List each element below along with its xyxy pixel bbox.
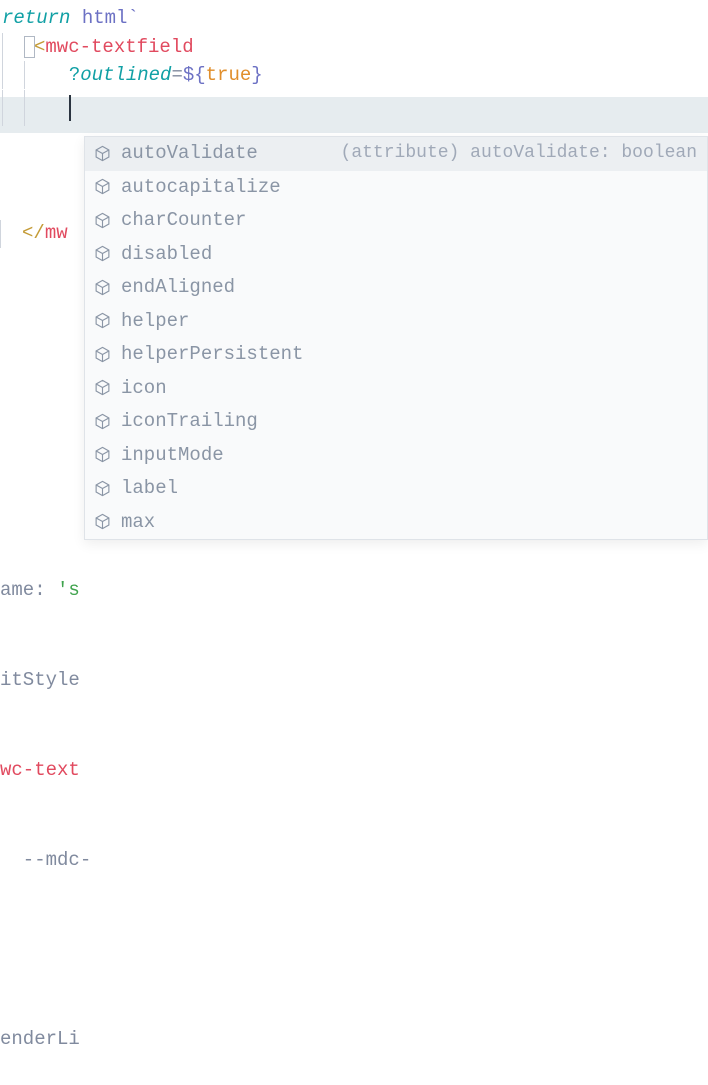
keyword-return: return <box>2 4 70 33</box>
attribute-name: outlined <box>80 61 171 90</box>
autocomplete-item[interactable]: endAligned <box>85 271 707 305</box>
string-fragment: 's <box>46 576 80 605</box>
template-expr-close: } <box>251 61 262 90</box>
field-icon <box>93 379 111 397</box>
autocomplete-label: autoValidate <box>121 139 258 168</box>
autocomplete-label: inputMode <box>121 441 224 470</box>
field-icon <box>93 345 111 363</box>
autocomplete-label: icon <box>121 374 167 403</box>
boolean-literal: true <box>206 61 252 90</box>
autocomplete-label: helperPersistent <box>121 340 303 369</box>
template-backtick: ` <box>127 4 138 33</box>
background-code: </mw ame: 's itStyle wc-text --mdc- ende… <box>0 160 91 1085</box>
autocomplete-popup[interactable]: autoValidate (attribute) autoValidate: b… <box>84 136 708 540</box>
equals: = <box>171 61 182 90</box>
identifier: html <box>70 4 127 33</box>
field-icon <box>93 312 111 330</box>
autocomplete-label: charCounter <box>121 206 246 235</box>
autocomplete-label: endAligned <box>121 273 235 302</box>
text-fragment: wc-text <box>0 756 80 785</box>
autocomplete-item[interactable]: autocapitalize <box>85 171 707 205</box>
autocomplete-item[interactable]: max <box>85 506 707 540</box>
autocomplete-item[interactable]: autoValidate (attribute) autoValidate: b… <box>85 137 707 171</box>
autocomplete-label: iconTrailing <box>121 407 258 436</box>
text-cursor <box>69 95 71 121</box>
autocomplete-item[interactable]: inputMode <box>85 439 707 473</box>
code-line: ?outlined=${true} <box>2 61 708 90</box>
autocomplete-item[interactable]: charCounter <box>85 204 707 238</box>
template-expr-open: ${ <box>183 61 206 90</box>
attr-boolean-prefix: ? <box>69 61 80 90</box>
angle-bracket-close: </ <box>22 219 45 248</box>
code-line-active[interactable] <box>2 90 708 126</box>
autocomplete-label: label <box>121 474 178 503</box>
text-fragment: ame: <box>0 576 46 605</box>
autocomplete-item[interactable]: label <box>85 472 707 506</box>
field-icon <box>93 479 111 497</box>
field-icon <box>93 245 111 263</box>
code-line: return html` <box>2 4 708 33</box>
code-line: <mwc-textfield <box>2 33 708 62</box>
field-icon <box>93 178 111 196</box>
text-fragment: itStyle <box>0 666 80 695</box>
autocomplete-item[interactable]: helperPersistent <box>85 338 707 372</box>
code-editor[interactable]: return html` <mwc-textfield ?outlined=${… <box>0 0 708 132</box>
field-icon <box>93 446 111 464</box>
field-icon <box>93 412 111 430</box>
autocomplete-item[interactable]: icon <box>85 372 707 406</box>
autocomplete-item[interactable]: iconTrailing <box>85 405 707 439</box>
autocomplete-label: disabled <box>121 240 212 269</box>
text-fragment: enderLi <box>0 1025 80 1054</box>
field-icon <box>93 513 111 531</box>
autocomplete-label: max <box>121 508 155 537</box>
autocomplete-label: autocapitalize <box>121 173 281 202</box>
autocomplete-item[interactable]: helper <box>85 305 707 339</box>
field-icon <box>93 278 111 296</box>
angle-bracket: < <box>34 33 45 62</box>
tag-name: mwc-textfield <box>45 33 193 62</box>
text-fragment: --mdc- <box>0 846 91 875</box>
field-icon <box>93 211 111 229</box>
autocomplete-label: helper <box>121 307 189 336</box>
field-icon <box>93 144 111 162</box>
tag-name: mw <box>45 219 68 248</box>
autocomplete-detail: (attribute) autoValidate: boolean <box>268 140 697 167</box>
code-line <box>2 126 708 132</box>
autocomplete-item[interactable]: disabled <box>85 238 707 272</box>
